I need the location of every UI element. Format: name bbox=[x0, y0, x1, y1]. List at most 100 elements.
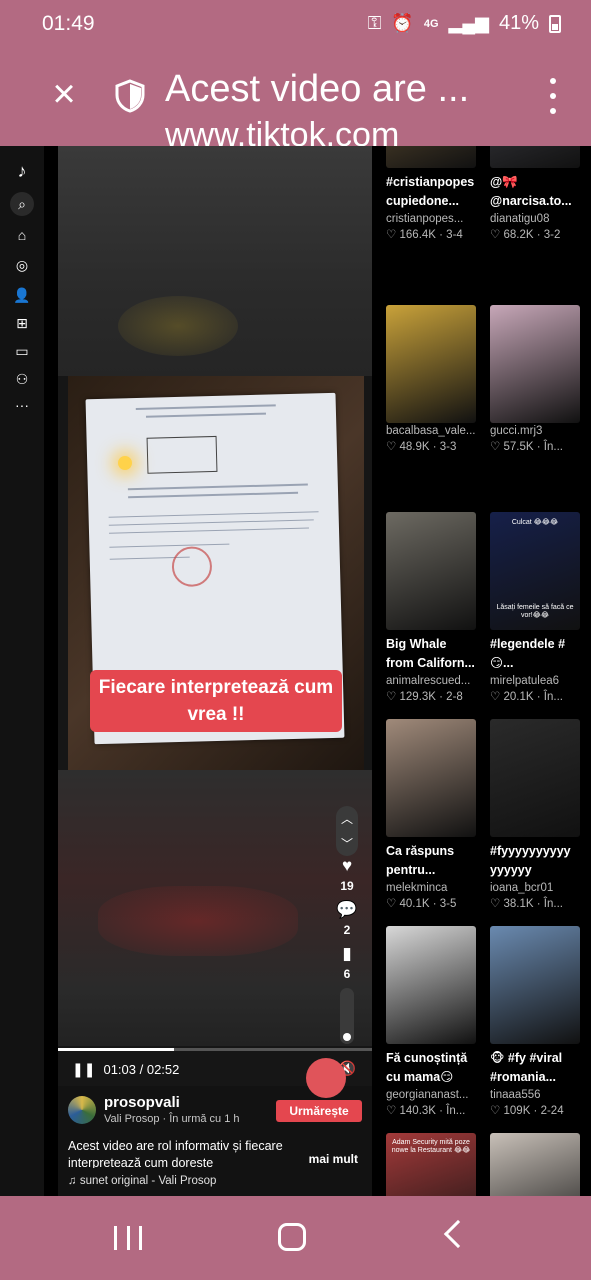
home-button-icon[interactable] bbox=[278, 1223, 306, 1251]
key-icon: ⚿ bbox=[367, 13, 382, 33]
following-icon[interactable]: 👤 bbox=[10, 284, 34, 306]
video-thumbnail[interactable] bbox=[490, 719, 580, 837]
like-count: 19 bbox=[340, 879, 354, 893]
card-stats: ♡ 68.2K · 3-2 bbox=[490, 229, 561, 241]
video-thumbnail[interactable] bbox=[490, 926, 580, 1044]
username[interactable]: prosopvali bbox=[104, 1094, 180, 1111]
card-title: Fă cunoștință bbox=[386, 1051, 468, 1065]
more-button[interactable]: mai mult bbox=[309, 1152, 358, 1166]
avatar[interactable] bbox=[68, 1096, 96, 1124]
card-user[interactable]: melekminca bbox=[386, 880, 482, 896]
recent-apps-icon[interactable] bbox=[114, 1226, 142, 1250]
video-thumbnail[interactable]: Adam Security mită poze nowe la Restaura… bbox=[386, 1133, 476, 1196]
search-icon[interactable]: ⌕ bbox=[10, 192, 34, 216]
left-rail: ♪ ⌕ ⌂ ◎ 👤 ⊞ ▭ ⚇ ··· bbox=[0, 146, 44, 1196]
card-user[interactable]: animalrescued... bbox=[386, 673, 482, 689]
card-user[interactable]: dianatigu08 bbox=[490, 211, 586, 227]
video-thumbnail[interactable]: Culcat 😂😂😂 Lăsați femeile să facă ce vor!… bbox=[490, 512, 580, 630]
playback-time: 01:03 / 02:52 bbox=[103, 1061, 180, 1077]
progress-fill bbox=[58, 1048, 175, 1051]
card-stats: ♡ 20.1K · În... bbox=[490, 691, 563, 703]
shield-icon bbox=[115, 79, 145, 113]
like-icon[interactable]: ♥ bbox=[342, 856, 352, 876]
progress-bar[interactable] bbox=[58, 1048, 372, 1051]
battery-icon bbox=[549, 14, 561, 33]
battery-percent: 41% bbox=[498, 12, 539, 34]
video-card[interactable]: #cristianpopes cupiedone... cristianpopes.… bbox=[386, 146, 486, 243]
home-icon[interactable]: ⌂ bbox=[10, 224, 34, 246]
card-title: #legendele # bbox=[490, 637, 566, 651]
thumbnail-text: Culcat 😂😂😂 bbox=[511, 519, 559, 526]
card-stats: ♡ 40.1K · 3-5 bbox=[386, 898, 457, 910]
video-card[interactable]: Ca răspuns pentru... melekminca ♡ 40.1K · 3… bbox=[386, 719, 486, 912]
chevron-up-icon[interactable]: ︿ bbox=[341, 810, 353, 827]
status-time: 01:49 bbox=[42, 12, 95, 35]
video-thumbnail[interactable] bbox=[490, 305, 580, 423]
back-icon[interactable] bbox=[443, 1219, 473, 1249]
card-user[interactable]: cristianpopes... bbox=[386, 211, 482, 227]
floating-action-button[interactable] bbox=[306, 1058, 346, 1098]
thumbnail-text: Lăsați femeile să facă ce vor!😂😂 bbox=[496, 604, 574, 619]
browser-header: 01:49 ⚿ ⏰ 4G ▂▄▆ 41% × Acest video are .… bbox=[0, 0, 591, 146]
tiktok-logo-icon[interactable]: ♪ bbox=[10, 160, 34, 182]
thumbnail-text: Adam Security mită poze nowe la Restaura… bbox=[391, 1139, 471, 1154]
card-user[interactable]: ioana_bcr01 bbox=[490, 880, 586, 896]
video-card[interactable]: Big Whale from Californ... animalrescued..… bbox=[386, 512, 486, 705]
card-title: Ca răspuns bbox=[386, 844, 455, 858]
card-stats: ♡ 57.5K · În... bbox=[490, 441, 563, 453]
card-user[interactable]: gucci.mrj3 bbox=[490, 423, 586, 439]
system-nav-bar bbox=[0, 1196, 591, 1280]
volume-knob[interactable] bbox=[343, 1033, 351, 1041]
card-title-line2: 😏... bbox=[490, 656, 514, 670]
card-user[interactable]: tinaaa556 bbox=[490, 1087, 586, 1103]
video-card[interactable]: #fyyyyyyyyyy yyyyyy ioana_bcr01 ♡ 38.1K · Î… bbox=[490, 719, 590, 912]
video-thumbnail[interactable] bbox=[490, 1133, 580, 1196]
video-thumbnail[interactable] bbox=[386, 926, 476, 1044]
card-stats: ♡ 38.1K · În... bbox=[490, 898, 563, 910]
chevron-down-icon[interactable]: ﹀ bbox=[341, 835, 353, 852]
caption-line-2: vrea !! bbox=[187, 704, 245, 725]
upload-icon[interactable]: ⊞ bbox=[10, 312, 34, 334]
video-thumbnail[interactable] bbox=[386, 719, 476, 837]
video-actions: ♥ 19 💬 2 ▮ 6 bbox=[336, 856, 358, 988]
video-card[interactable]: 🐵 #fy #viral #romania... tinaaa556 ♡ 109K ·… bbox=[490, 926, 590, 1119]
video-card[interactable]: bacalbasa_vale... ♡ 48.9K · 3-3 bbox=[386, 305, 486, 455]
video-card[interactable]: Fă cunoștință cu mama😏 georgiananast... ♡ 1… bbox=[386, 926, 486, 1119]
card-title-line2: @narcisa.to... bbox=[490, 194, 572, 208]
card-title-line2: from Californ... bbox=[386, 656, 475, 670]
card-stats: ♡ 140.3K · În... bbox=[386, 1105, 466, 1117]
card-title-line2: cu mama😏 bbox=[386, 1070, 454, 1084]
more-icon[interactable]: ··· bbox=[10, 394, 34, 416]
follow-button[interactable]: Urmărește bbox=[276, 1100, 362, 1122]
more-options-icon[interactable] bbox=[545, 78, 561, 114]
pause-icon[interactable]: ❚❚ bbox=[72, 1061, 95, 1078]
card-user[interactable]: georgiananast... bbox=[386, 1087, 482, 1103]
video-thumbnail[interactable] bbox=[386, 146, 476, 168]
card-title-line2: #romania... bbox=[490, 1070, 556, 1084]
volume-slider[interactable] bbox=[340, 988, 354, 1044]
card-user[interactable]: mirelpatulea6 bbox=[490, 673, 586, 689]
video-thumbnail[interactable] bbox=[386, 305, 476, 423]
video-card[interactable]: gucci.mrj3 ♡ 57.5K · În... bbox=[490, 305, 590, 455]
video-card[interactable]: Culcat 😂😂😂 Lăsați femeile să facă ce vor!… bbox=[490, 512, 590, 705]
alarm-icon: ⏰ bbox=[391, 13, 414, 33]
sound-label[interactable]: ♫ sunet original - Vali Prosop bbox=[68, 1175, 216, 1187]
comment-count: 2 bbox=[343, 923, 351, 937]
card-stats: ♡ 109K · 2-24 bbox=[490, 1105, 564, 1117]
video-thumbnail[interactable] bbox=[490, 146, 580, 168]
bookmark-icon[interactable]: ▮ bbox=[342, 944, 351, 964]
video-card[interactable]: @🎀 @narcisa.to... dianatigu08 ♡ 68.2K · 3-2 bbox=[490, 146, 590, 243]
video-card[interactable]: Adam Security mită poze nowe la Restaura… bbox=[386, 1133, 486, 1196]
video-nav: ︿ ﹀ bbox=[336, 806, 358, 856]
network-label: 4G bbox=[423, 17, 439, 30]
video-card[interactable] bbox=[490, 1133, 590, 1196]
profile-icon[interactable]: ⚇ bbox=[10, 368, 34, 390]
comment-icon[interactable]: 💬 bbox=[336, 900, 357, 920]
page-title: Acest video are ... bbox=[165, 68, 470, 110]
card-user[interactable]: bacalbasa_vale... bbox=[386, 423, 482, 439]
close-icon[interactable]: × bbox=[46, 74, 82, 114]
video-player[interactable]: Fiecare interpretează cum vrea !! ︿ ﹀ ♥ … bbox=[58, 146, 372, 1196]
video-thumbnail[interactable] bbox=[386, 512, 476, 630]
live-icon[interactable]: ▭ bbox=[10, 340, 34, 362]
explore-icon[interactable]: ◎ bbox=[10, 254, 34, 276]
